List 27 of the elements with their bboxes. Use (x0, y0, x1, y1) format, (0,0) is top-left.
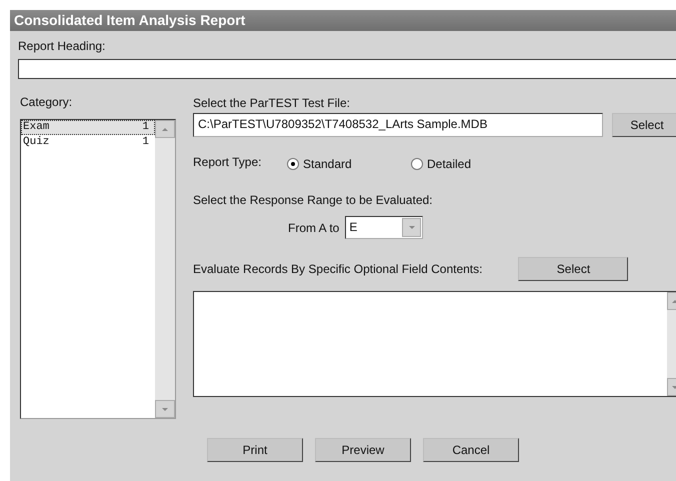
range-dropdown[interactable]: E (345, 216, 424, 239)
select-button[interactable]: Select (518, 257, 628, 281)
field-contents-box[interactable] (193, 291, 676, 397)
file-path-field[interactable]: C:\ParTEST\U7809352\T7408532_LArts Sample.MDB (193, 113, 603, 137)
radio-button[interactable] (411, 158, 423, 170)
field-label: Select the Response Range to be Evaluated: (193, 193, 434, 207)
radio-option[interactable]: Standard (287, 157, 397, 171)
dialog-button[interactable]: Print (207, 438, 303, 462)
category-list[interactable]: Exam 1 Quiz 1 (20, 119, 176, 419)
dialog-button[interactable]: Preview (315, 438, 411, 462)
dropdown-arrow-icon[interactable] (408, 224, 416, 231)
category-item[interactable]: Quiz 1 (21, 135, 155, 150)
scroll-up-icon[interactable] (161, 126, 169, 132)
scroll-down-icon[interactable] (161, 406, 169, 412)
field-label: Category: (20, 95, 74, 109)
radio-button[interactable] (287, 158, 299, 170)
field-label: Report Heading: (18, 39, 106, 53)
report-heading-field[interactable] (18, 59, 676, 79)
category-item[interactable]: Exam 1 (21, 120, 155, 135)
radio-option[interactable]: Detailed (411, 157, 521, 171)
field-label: Report Type: (193, 155, 262, 169)
field-label: Select the ParTEST Test File: (193, 96, 351, 110)
window-title: Consolidated Item Analysis Report (10, 10, 676, 31)
field-label: From A to (288, 220, 340, 234)
select-button[interactable]: Select (612, 113, 676, 137)
dialog-button[interactable]: Cancel (423, 438, 519, 462)
field-label: Evaluate Records By Specific Optional Field Contents: (193, 262, 482, 276)
